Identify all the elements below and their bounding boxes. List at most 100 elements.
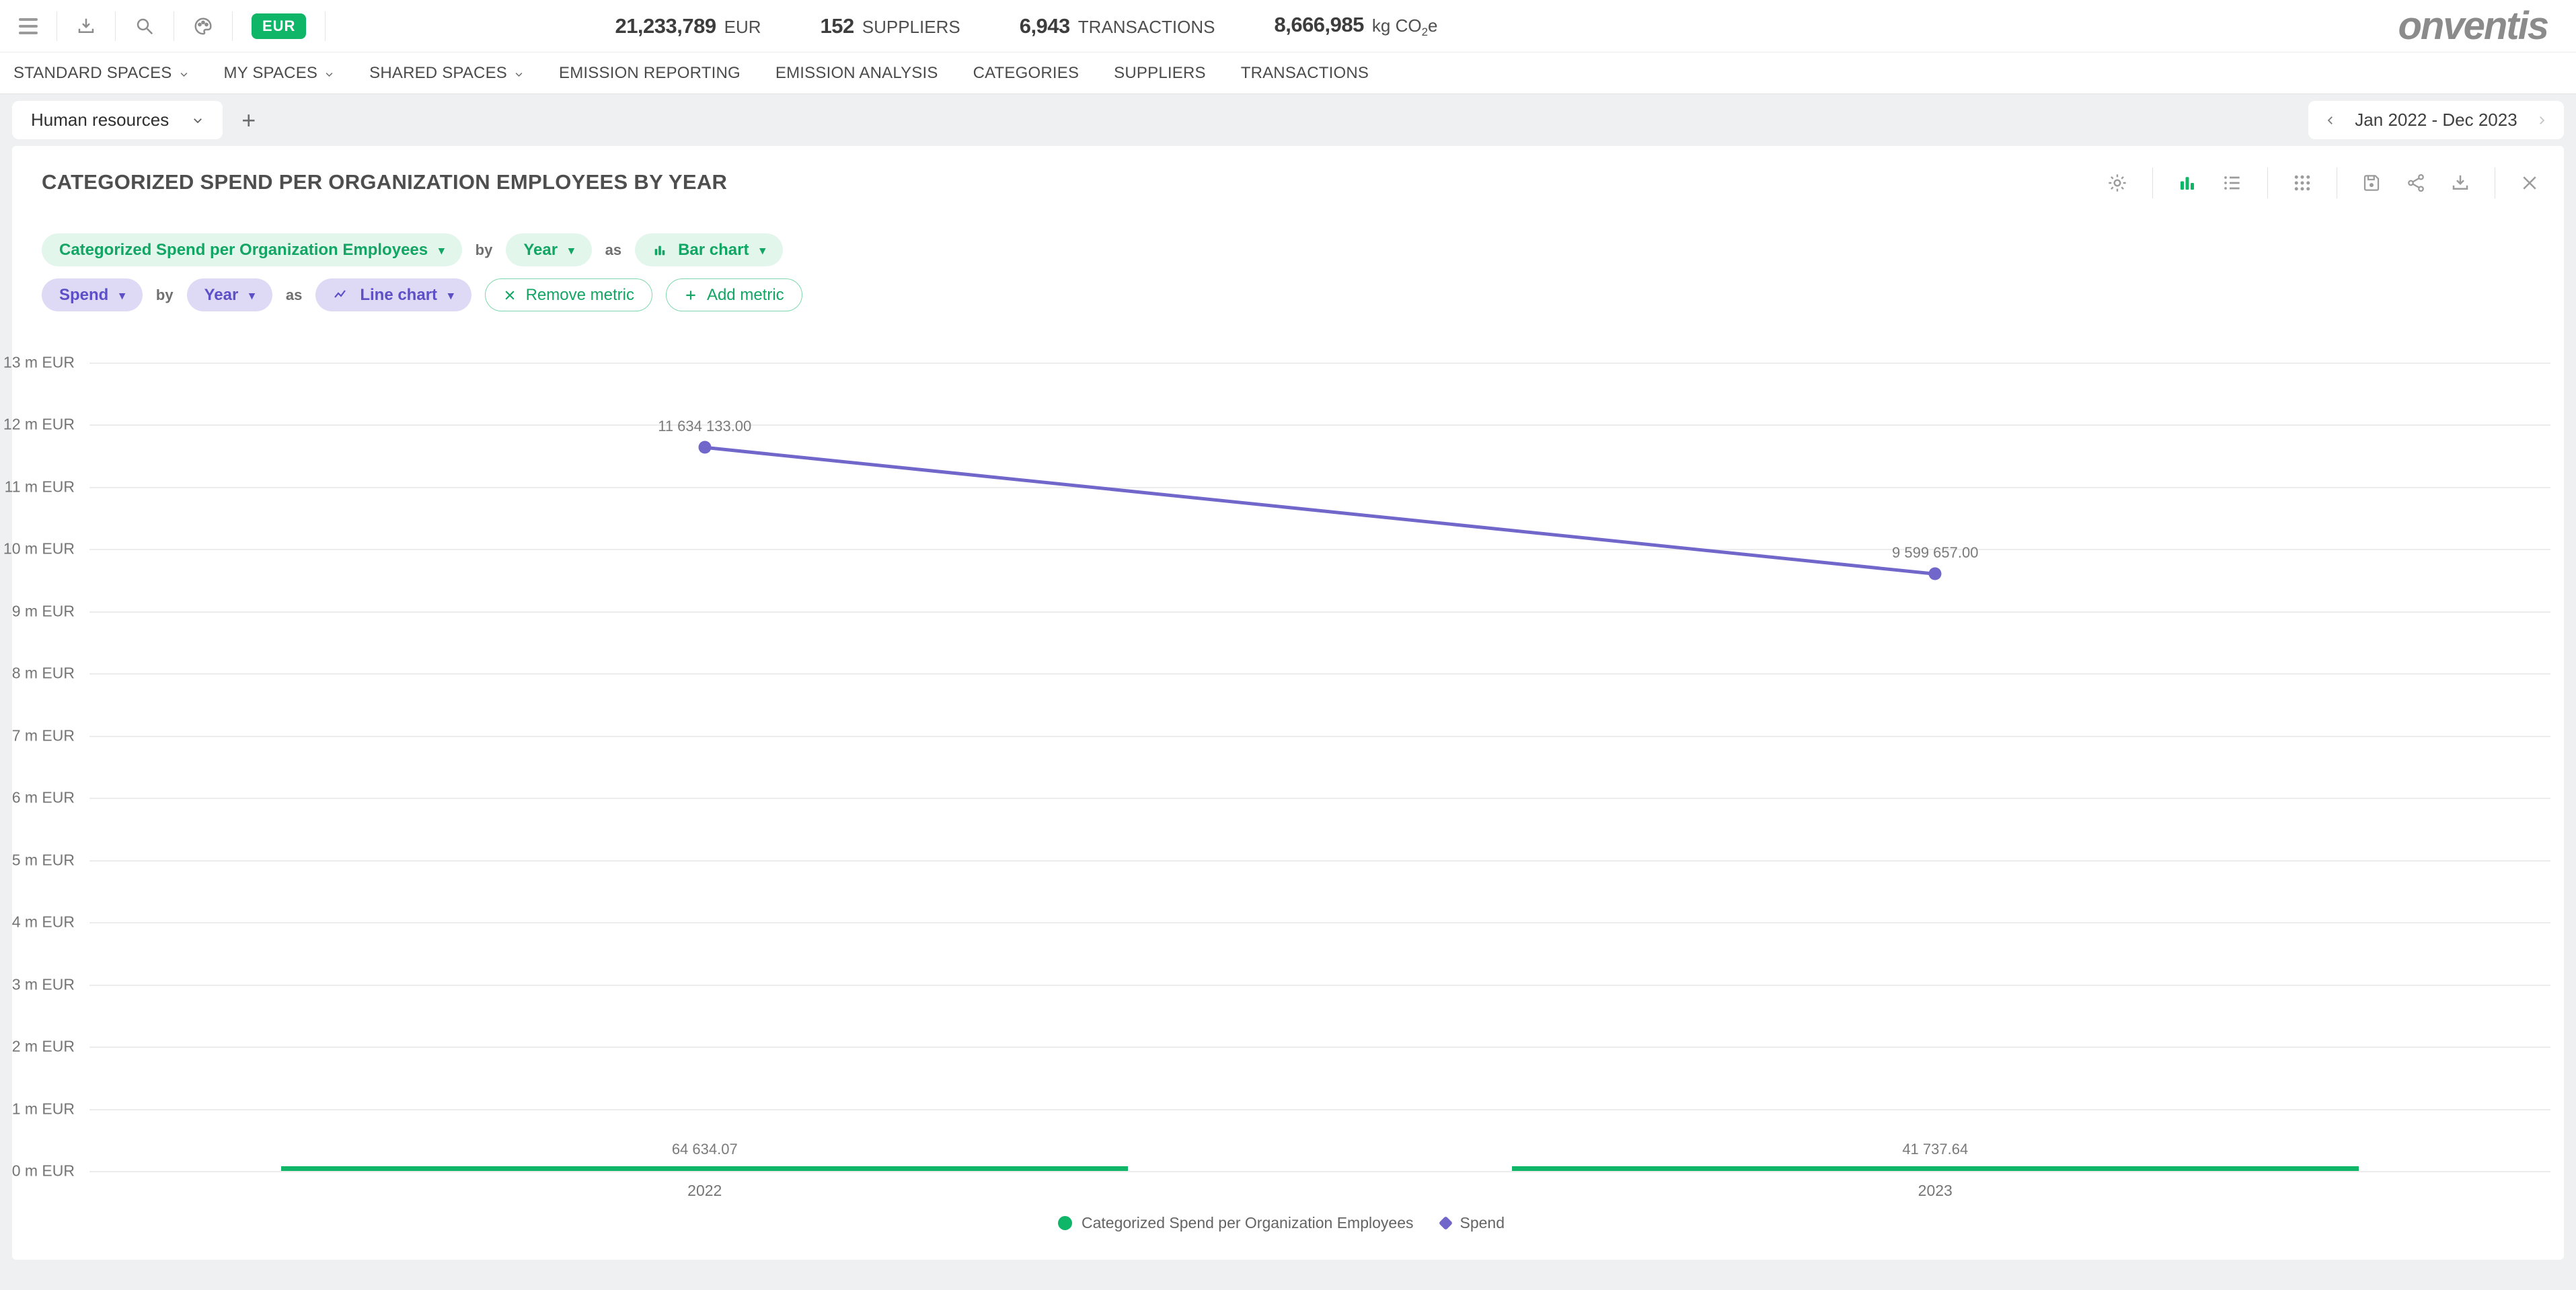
date-prev-button[interactable]: [2324, 114, 2337, 126]
stat-label: EUR: [724, 17, 761, 38]
save-icon: [2361, 173, 2382, 193]
share-icon: [2406, 173, 2426, 193]
y-axis-tick-label: 5 m EUR: [12, 851, 75, 869]
download-icon: [76, 16, 96, 36]
line-data-label: 11 634 133.00: [658, 418, 751, 435]
metric-select[interactable]: Categorized Spend per Organization Emplo…: [42, 233, 462, 266]
list-icon: [2222, 172, 2243, 194]
legend-item[interactable]: Categorized Spend per Organization Emplo…: [1058, 1214, 1414, 1232]
currency-badge[interactable]: EUR: [252, 13, 306, 39]
y-axis-tick-label: 9 m EUR: [12, 602, 75, 620]
y-axis-tick-label: 8 m EUR: [12, 665, 75, 683]
dimension-select[interactable]: Year▾: [506, 233, 591, 266]
workspace-tab[interactable]: Human resources: [12, 101, 223, 139]
chevron-down-icon: [514, 69, 524, 79]
chevron-down-icon: [179, 69, 189, 79]
as-label: as: [605, 241, 621, 259]
stat-label: kg CO2e: [1372, 15, 1438, 39]
diamond-marker-icon: [1438, 1216, 1452, 1230]
settings-icon: [2107, 172, 2128, 194]
close-panel-button[interactable]: [2520, 173, 2540, 193]
main-nav: STANDARD SPACES MY SPACES SHARED SPACES …: [0, 52, 2576, 94]
y-axis-tick-label: 11 m EUR: [5, 478, 75, 496]
chevron-left-icon: [2324, 114, 2337, 126]
chart-panel: CATEGORIZED SPEND PER ORGANIZATION EMPLO…: [12, 146, 2564, 1260]
search-button[interactable]: [116, 11, 174, 41]
date-range-label: Jan 2022 - Dec 2023: [2355, 110, 2517, 130]
legend-label: Categorized Spend per Organization Emplo…: [1082, 1214, 1414, 1232]
line-point-2022[interactable]: [698, 441, 711, 454]
date-range-picker[interactable]: Jan 2022 - Dec 2023: [2308, 101, 2564, 139]
view-chart-button[interactable]: [2177, 173, 2197, 193]
onventis-logo: onventis: [2398, 3, 2548, 48]
stat-co2: 8,666,985 kg CO2e: [1274, 13, 1437, 39]
y-axis-tick-label: 13 m EUR: [3, 354, 75, 372]
y-axis-tick-label: 12 m EUR: [3, 416, 75, 434]
nav-categories[interactable]: CATEGORIES: [973, 64, 1079, 83]
chart-legend: Categorized Spend per Organization Emplo…: [12, 1214, 2550, 1232]
y-axis-tick-label: 4 m EUR: [12, 913, 75, 932]
add-metric-button[interactable]: Add metric: [666, 278, 802, 311]
nav-emission-analysis[interactable]: EMISSION ANALYSIS: [775, 64, 938, 83]
kpi-stats: 21,233,789 EUR 152 SUPPLIERS 6,943 TRANS…: [615, 13, 1437, 39]
caret-down-icon: ▾: [119, 289, 125, 303]
nav-my-spaces[interactable]: MY SPACES: [224, 64, 335, 83]
caret-down-icon: ▾: [759, 244, 765, 258]
legend-item[interactable]: Spend: [1441, 1214, 1505, 1232]
menu-button[interactable]: [0, 11, 57, 41]
close-icon: [2520, 173, 2540, 193]
stat-value: 21,233,789: [615, 14, 716, 38]
x-axis-tick-label: 2023: [1918, 1182, 1953, 1200]
chevron-right-icon: [2536, 114, 2548, 126]
nav-suppliers[interactable]: SUPPLIERS: [1114, 64, 1206, 83]
search-icon: [135, 16, 155, 36]
chart-type-select[interactable]: Bar chart▾: [635, 233, 783, 266]
export-button[interactable]: [57, 11, 116, 41]
by-label: by: [476, 241, 493, 259]
date-next-button[interactable]: [2536, 114, 2548, 126]
metric-select[interactable]: Spend▾: [42, 278, 143, 311]
chevron-down-icon: [324, 69, 334, 79]
grid-icon: [2292, 173, 2312, 193]
nav-transactions[interactable]: TRANSACTIONS: [1241, 64, 1369, 83]
metric-row-2: Spend▾ by Year▾ as Line chart▾ Remove me…: [42, 278, 2564, 311]
chevron-down-icon: [192, 114, 204, 126]
stat-label: SUPPLIERS: [862, 17, 960, 38]
nav-shared-spaces[interactable]: SHARED SPACES: [369, 64, 524, 83]
bar-chart-icon: [2177, 173, 2197, 193]
circle-marker-icon: [1058, 1216, 1072, 1230]
y-axis-tick-label: 10 m EUR: [3, 540, 75, 558]
nav-standard-spaces[interactable]: STANDARD SPACES: [13, 64, 189, 83]
line-data-label: 9 599 657.00: [1892, 544, 1978, 562]
theme-button[interactable]: [174, 11, 233, 41]
stat-label: TRANSACTIONS: [1078, 17, 1215, 38]
stat-value: 6,943: [1020, 14, 1070, 38]
metric-builder: Categorized Spend per Organization Emplo…: [12, 194, 2564, 311]
caret-down-icon: ▾: [448, 289, 454, 303]
panel-toolbar: [2107, 167, 2540, 198]
bar-chart-icon: [652, 243, 667, 258]
add-workspace-button[interactable]: +: [241, 108, 256, 132]
download-chart-button[interactable]: [2450, 173, 2470, 193]
plus-icon: [684, 289, 697, 302]
save-button[interactable]: [2361, 173, 2382, 193]
y-axis-tick-label: 7 m EUR: [12, 726, 75, 745]
stat-suppliers: 152 SUPPLIERS: [821, 14, 960, 38]
dimension-select[interactable]: Year▾: [187, 278, 272, 311]
nav-emission-reporting[interactable]: EMISSION REPORTING: [559, 64, 741, 83]
line-point-2023[interactable]: [1929, 568, 1942, 580]
apps-grid-button[interactable]: [2292, 173, 2312, 193]
share-button[interactable]: [2406, 173, 2426, 193]
remove-metric-button[interactable]: Remove metric: [485, 278, 652, 311]
view-list-button[interactable]: [2222, 172, 2243, 194]
spend-line: [89, 363, 2550, 1171]
workspace-tab-label: Human resources: [31, 110, 169, 130]
divider: [2152, 167, 2153, 198]
metric-row-1: Categorized Spend per Organization Emplo…: [42, 233, 2564, 266]
legend-label: Spend: [1460, 1214, 1505, 1232]
chart-area: 0 m EUR1 m EUR2 m EUR3 m EUR4 m EUR5 m E…: [12, 363, 2550, 1232]
gridline: [89, 1171, 2550, 1172]
chart-type-select[interactable]: Line chart▾: [315, 278, 471, 311]
palette-icon: [193, 16, 213, 36]
settings-button[interactable]: [2107, 172, 2128, 194]
